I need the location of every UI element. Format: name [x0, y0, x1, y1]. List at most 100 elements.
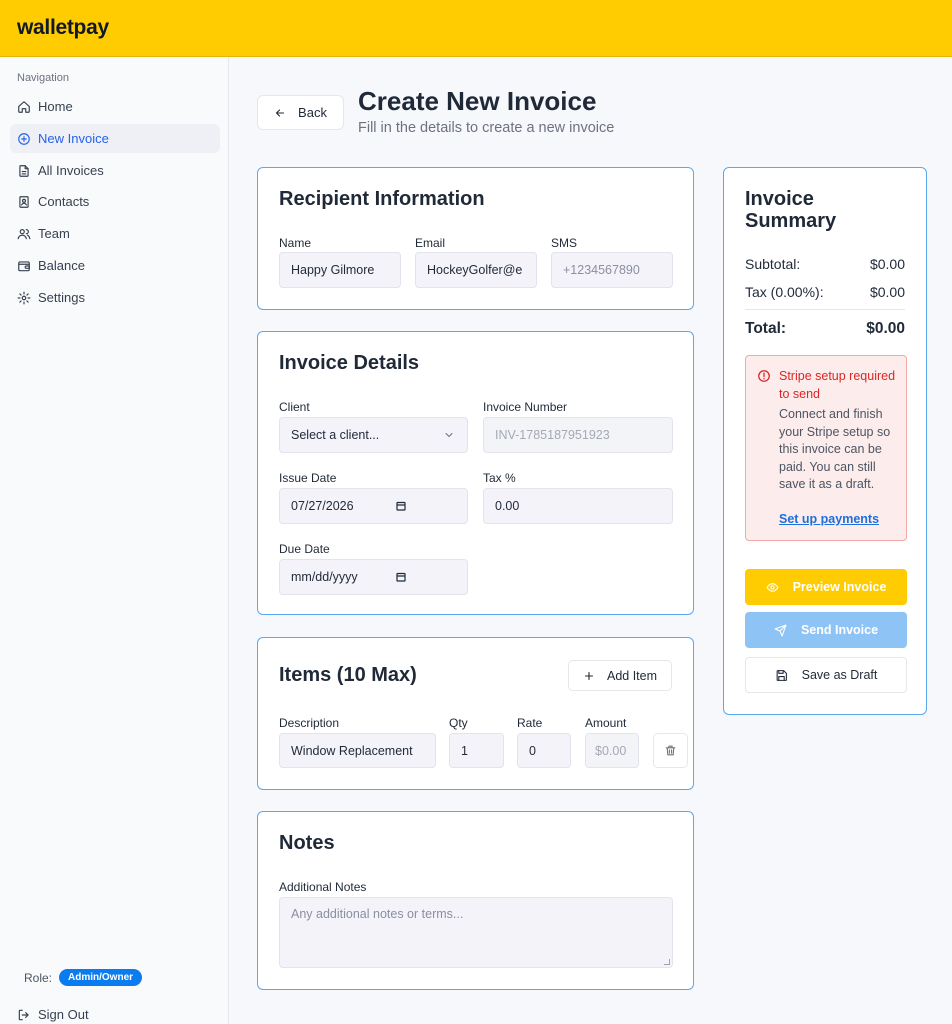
invoice-number-field: INV-1785187951923	[483, 417, 673, 453]
brand-logo[interactable]: walletpay	[17, 16, 109, 40]
calendar-icon[interactable]	[395, 500, 407, 512]
sidebar-item-home[interactable]: Home	[10, 92, 220, 121]
client-select[interactable]: Select a client...	[279, 417, 468, 453]
sidebar-item-team[interactable]: Team	[10, 219, 220, 248]
sidebar-item-balance[interactable]: Balance	[10, 251, 220, 280]
invoice-details-title: Invoice Details	[279, 352, 420, 374]
sms-field[interactable]: +1234567890	[551, 252, 673, 288]
save-draft-button[interactable]: Save as Draft	[745, 657, 907, 693]
due-date-field[interactable]: mm/dd/yyyy	[279, 559, 468, 595]
back-label: Back	[298, 105, 327, 120]
subtotal-label: Subtotal:	[745, 256, 801, 272]
sidebar-item-label: Home	[38, 99, 73, 114]
tax-summary-value: $0.00	[869, 284, 905, 300]
name-label: Name	[279, 236, 312, 250]
contact-book-icon	[19, 195, 29, 208]
client-label: Client	[279, 400, 310, 414]
add-item-label: Add Item	[606, 668, 658, 683]
notes-placeholder: Any additional notes or terms...	[291, 907, 464, 921]
sidebar-item-label: New Invoice	[38, 131, 109, 146]
email-field[interactable]: HockeyGolfer@e	[415, 252, 537, 288]
page-title: Create New Invoice	[358, 86, 597, 116]
recipient-title: Recipient Information	[279, 188, 485, 210]
top-bar: walletpay	[0, 0, 952, 57]
plus-icon	[584, 671, 594, 680]
sidebar-item-new-invoice[interactable]: New Invoice	[10, 124, 220, 153]
item-qty-field[interactable]: 1	[449, 733, 504, 768]
col-qty: Qty	[449, 716, 468, 730]
back-button[interactable]: Back	[257, 95, 344, 130]
send-invoice-label: Send Invoice	[800, 623, 879, 637]
sidebar-item-label: Contacts	[38, 194, 90, 209]
gear-icon	[17, 291, 31, 304]
summary-card: Invoice Summary Subtotal: $0.00 Tax (0.0…	[723, 167, 927, 715]
subtotal-row: Subtotal: $0.00	[745, 256, 905, 272]
invoice-number-label: Invoice Number	[483, 400, 568, 414]
users-icon	[17, 228, 31, 239]
subtotal-value: $0.00	[869, 256, 905, 272]
notes-title: Notes	[279, 832, 335, 854]
notes-textarea[interactable]: Any additional notes or terms...	[279, 897, 673, 968]
client-select-value: Select a client...	[291, 428, 380, 442]
send-invoice-button[interactable]: Send Invoice	[745, 612, 907, 648]
tax-summary-label: Tax (0.00%):	[745, 284, 824, 300]
sign-out-icon	[18, 1009, 29, 1020]
invoice-details-card: Invoice Details Client Select a client..…	[257, 331, 694, 615]
wallet-icon	[18, 260, 30, 271]
trash-icon	[665, 745, 676, 756]
stripe-alert: Stripe setup required to send Connect an…	[745, 355, 907, 541]
sidebar-item-label: Settings	[38, 290, 85, 305]
delete-item-button[interactable]	[653, 733, 688, 768]
sidebar: Navigation Home New Invoice All Invoices…	[0, 57, 229, 1024]
name-field[interactable]: Happy Gilmore	[279, 252, 401, 288]
sidebar-item-label: Team	[38, 226, 70, 241]
item-amount-field: $0.00	[585, 733, 639, 768]
due-date-label: Due Date	[279, 542, 330, 556]
tax-row: Tax (0.00%): $0.00	[745, 284, 905, 300]
col-description: Description	[279, 716, 340, 730]
save-icon	[776, 669, 787, 681]
nav-heading: Navigation	[17, 72, 69, 84]
items-title: Items (10 Max)	[279, 664, 417, 686]
total-row: Total: $0.00	[745, 320, 905, 338]
item-rate-field[interactable]: 0	[517, 733, 571, 768]
sidebar-item-label: All Invoices	[38, 163, 104, 178]
sign-out-label: Sign Out	[38, 1007, 89, 1022]
page-subtitle: Fill in the details to create a new invo…	[358, 120, 615, 136]
notes-card: Notes Additional Notes Any additional no…	[257, 811, 694, 990]
role-indicator: Role: Admin/Owner	[24, 969, 143, 986]
arrow-left-icon	[275, 108, 285, 117]
tax-label: Tax %	[483, 471, 516, 485]
items-card: Items (10 Max) Add Item Description Qty …	[257, 637, 694, 790]
home-icon	[18, 100, 30, 113]
preview-invoice-label: Preview Invoice	[792, 580, 887, 594]
issue-date-field[interactable]: 07/27/2026	[279, 488, 468, 524]
summary-divider	[745, 309, 905, 310]
tax-field[interactable]: 0.00	[483, 488, 673, 524]
chevron-down-icon	[445, 433, 453, 437]
item-description-field[interactable]: Window Replacement	[279, 733, 436, 768]
email-label: Email	[415, 236, 446, 250]
preview-invoice-button[interactable]: Preview Invoice	[745, 569, 907, 605]
alert-body: Connect and finish your Stripe setup so …	[779, 407, 891, 491]
issue-date-label: Issue Date	[279, 471, 337, 485]
sign-out-button[interactable]: Sign Out	[17, 1007, 89, 1022]
sidebar-item-settings[interactable]: Settings	[10, 283, 220, 312]
sidebar-item-label: Balance	[38, 258, 85, 273]
role-badge: Admin/Owner	[59, 969, 143, 986]
calendar-icon[interactable]	[395, 571, 407, 583]
add-item-button[interactable]: Add Item	[568, 660, 672, 691]
due-date-placeholder: mm/dd/yyyy	[291, 570, 358, 584]
notes-label: Additional Notes	[279, 880, 367, 894]
setup-payments-link[interactable]: Set up payments	[779, 512, 879, 526]
total-value: $0.00	[866, 320, 905, 337]
role-label: Role:	[24, 970, 53, 985]
send-icon	[774, 624, 787, 636]
eye-icon	[766, 582, 779, 592]
total-label: Total:	[745, 320, 787, 337]
plus-circle-icon	[18, 132, 30, 145]
sidebar-item-all-invoices[interactable]: All Invoices	[10, 156, 220, 185]
resize-handle[interactable]	[664, 959, 670, 965]
sidebar-item-contacts[interactable]: Contacts	[10, 187, 220, 216]
sms-label: SMS	[551, 236, 578, 250]
